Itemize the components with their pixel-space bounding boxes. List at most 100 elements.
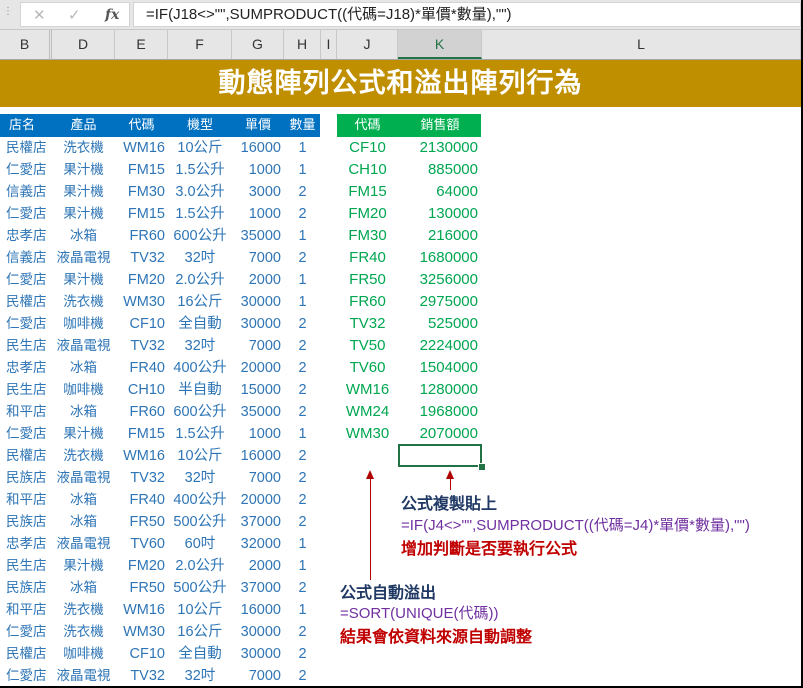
cell-product[interactable]: 洗衣機 [52,445,115,467]
cell-model[interactable]: 1.5公升 [168,423,232,445]
header-model[interactable]: 機型 [168,114,232,137]
cell-code[interactable]: WM16 [115,445,165,467]
cell-qty[interactable]: 2 [284,643,321,665]
cell-code[interactable]: FR50 [115,511,165,533]
cell-product[interactable]: 液晶電視 [52,665,115,687]
cell-sales[interactable]: 1504000 [398,357,478,379]
cell-price[interactable]: 7000 [232,247,281,269]
cell-product[interactable]: 液晶電視 [52,533,115,555]
cell-store[interactable]: 信義店 [6,247,50,269]
cell-model[interactable]: 1.5公升 [168,159,232,181]
cell-product[interactable]: 液晶電視 [52,247,115,269]
cell-price[interactable]: 15000 [232,379,281,401]
cell-sales[interactable]: 2975000 [398,291,478,313]
cell-store[interactable]: 民族店 [6,467,50,489]
cell-code[interactable]: CF10 [115,313,165,335]
cell-code[interactable]: FR60 [115,401,165,423]
cell-store[interactable]: 民權店 [6,445,50,467]
cell-store[interactable]: 民生店 [6,555,50,577]
cell-store[interactable]: 民族店 [6,577,50,599]
cell-code[interactable]: FR50 [337,269,398,291]
cell-code[interactable]: CH10 [115,379,165,401]
check-icon[interactable]: ✓ [68,5,81,25]
column-header-b[interactable]: B [0,30,52,59]
cell-store[interactable]: 信義店 [6,181,50,203]
header-code[interactable]: 代碼 [115,114,168,137]
cell-price[interactable]: 32000 [232,533,281,555]
cell-price[interactable]: 16000 [232,137,281,159]
cell-store[interactable]: 民族店 [6,511,50,533]
cell-store[interactable]: 和平店 [6,401,50,423]
cell-model[interactable]: 10公斤 [168,137,232,159]
header-sales[interactable]: 銷售額 [398,114,482,137]
cell-product[interactable]: 果汁機 [52,159,115,181]
header-price[interactable]: 單價 [232,114,284,137]
cell-price[interactable]: 37000 [232,577,281,599]
cell-price[interactable]: 1000 [232,423,281,445]
header-store[interactable]: 店名 [0,114,44,137]
cell-product[interactable]: 果汁機 [52,423,115,445]
cell-code[interactable]: FM20 [115,555,165,577]
cell-qty[interactable]: 1 [284,269,321,291]
cell-price[interactable]: 35000 [232,225,281,247]
cell-product[interactable]: 果汁機 [52,181,115,203]
cell-model[interactable]: 16公斤 [168,621,232,643]
cell-code[interactable]: WM16 [337,379,398,401]
header-product[interactable]: 產品 [52,114,115,137]
cell-qty[interactable]: 2 [284,203,321,225]
cell-sales[interactable]: 64000 [398,181,478,203]
cell-product[interactable]: 液晶電視 [52,335,115,357]
cell-store[interactable]: 仁愛店 [6,313,50,335]
cell-qty[interactable]: 1 [284,423,321,445]
formula-input[interactable]: =IF(J18<>"",SUMPRODUCT((代碼=J18)*單價*數量),"… [133,2,801,27]
cell-product[interactable]: 果汁機 [52,203,115,225]
cell-qty[interactable]: 1 [284,159,321,181]
column-header-l[interactable]: L [482,30,801,59]
cell-qty[interactable]: 2 [284,357,321,379]
cell-code[interactable]: FR40 [115,357,165,379]
cell-qty[interactable]: 2 [284,577,321,599]
cell-product[interactable]: 液晶電視 [52,467,115,489]
cell-store[interactable]: 民生店 [6,379,50,401]
column-header-k[interactable]: K [398,30,482,59]
cell-product[interactable]: 咖啡機 [52,379,115,401]
cell-store[interactable]: 忠孝店 [6,533,50,555]
cell-qty[interactable]: 2 [284,665,321,687]
cell-store[interactable]: 和平店 [6,489,50,511]
cell-code[interactable]: WM30 [337,423,398,445]
cell-product[interactable]: 洗衣機 [52,621,115,643]
cell-store[interactable]: 民權店 [6,137,50,159]
cell-qty[interactable]: 2 [284,401,321,423]
cell-code[interactable]: TV60 [115,533,165,555]
cell-price[interactable]: 20000 [232,489,281,511]
fill-handle[interactable] [478,463,486,471]
cell-sales[interactable]: 1280000 [398,379,478,401]
cell-product[interactable]: 冰箱 [52,489,115,511]
cell-code[interactable]: TV32 [115,467,165,489]
cell-store[interactable]: 民生店 [6,335,50,357]
cell-price[interactable]: 1000 [232,203,281,225]
cell-qty[interactable]: 2 [284,335,321,357]
cell-model[interactable]: 2.0公升 [168,269,232,291]
cell-product[interactable]: 冰箱 [52,357,115,379]
cell-price[interactable]: 7000 [232,665,281,687]
header-out-code[interactable]: 代碼 [337,114,398,137]
cell-model[interactable]: 600公升 [168,401,232,423]
cell-price[interactable]: 37000 [232,511,281,533]
cell-code[interactable]: TV32 [115,665,165,687]
cell-code[interactable]: FM20 [337,203,398,225]
cell-code[interactable]: TV50 [337,335,398,357]
cell-price[interactable]: 30000 [232,621,281,643]
cell-model[interactable]: 400公升 [168,489,232,511]
cell-price[interactable]: 16000 [232,445,281,467]
cell-product[interactable]: 冰箱 [52,401,115,423]
cell-sales[interactable]: 2070000 [398,423,478,445]
cell-qty[interactable]: 2 [284,511,321,533]
cell-store[interactable]: 仁愛店 [6,423,50,445]
cell-code[interactable]: FR40 [115,489,165,511]
cell-code[interactable]: FR50 [115,577,165,599]
cell-product[interactable]: 洗衣機 [52,599,115,621]
cell-model[interactable]: 32吋 [168,247,232,269]
cell-price[interactable]: 35000 [232,401,281,423]
cell-code[interactable]: WM30 [115,621,165,643]
